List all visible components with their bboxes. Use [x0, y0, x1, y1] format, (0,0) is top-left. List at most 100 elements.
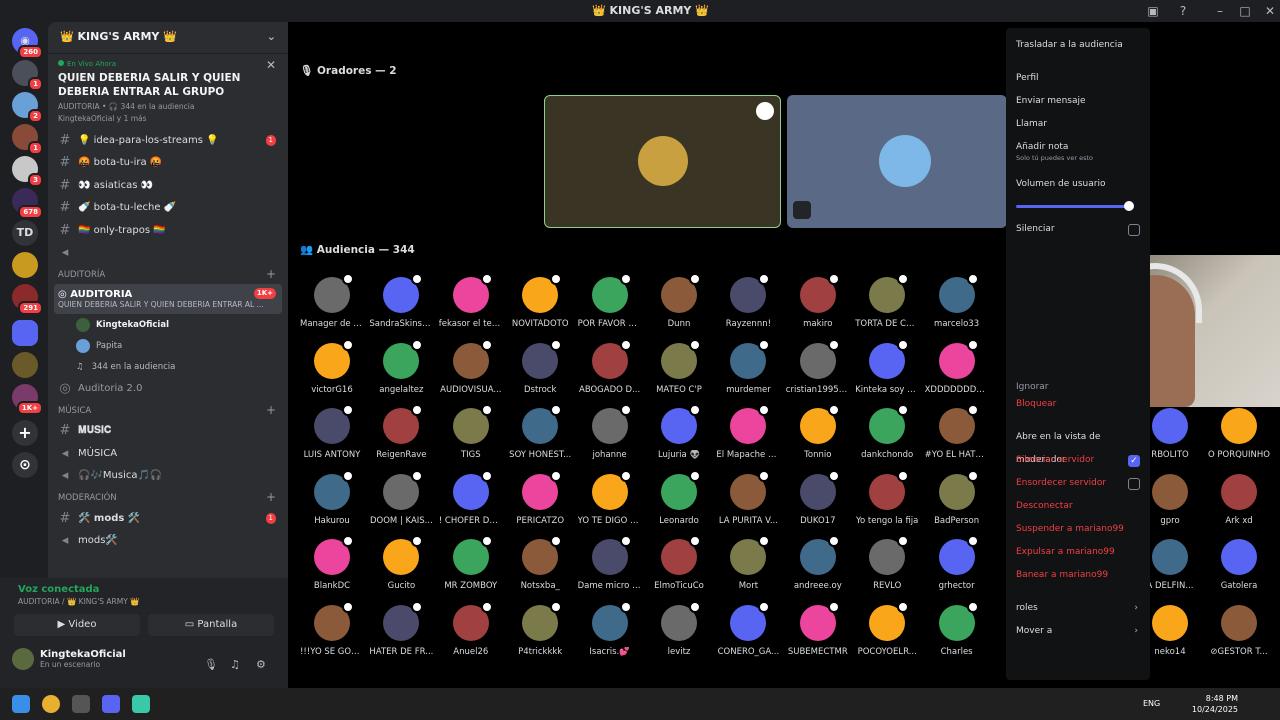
audience-member[interactable]: El Mapache H... [716, 404, 780, 460]
channel-item[interactable]: # 𝐌𝐔𝐒𝐈𝐂 [48, 420, 288, 443]
folder-icon[interactable] [12, 320, 38, 346]
audience-member[interactable]: victorG16 [300, 338, 364, 395]
audience-member[interactable]: Rayzennn! [716, 273, 780, 329]
audience-member[interactable]: grhector [925, 535, 989, 591]
audience-member[interactable]: ElmoTicuCo [647, 535, 711, 591]
audience-member[interactable]: dankchondo [855, 404, 919, 460]
audience-member[interactable]: TIGS [439, 404, 503, 460]
server-icon[interactable]: 1K+ [12, 384, 43, 415]
audience-member[interactable]: andreee.oy [786, 535, 850, 591]
audience-member[interactable]: MATEO C'P [647, 338, 711, 395]
stage-channel-auditoria[interactable]: ◎ AUDITORIA 1K+ QUIEN DEBERIA SALIR Y QU… [54, 284, 282, 314]
notes-icon[interactable] [132, 695, 150, 713]
server-icon[interactable]: 1 [12, 124, 43, 155]
language-indicator[interactable]: ENG [1143, 699, 1160, 708]
stage-channel[interactable]: ◎ Auditoria 2.0 [48, 377, 288, 400]
server-icon[interactable]: TD [12, 220, 38, 246]
voice-channel-item[interactable]: ◂ [48, 242, 288, 265]
send-message-item[interactable]: Enviar mensaje [1016, 90, 1140, 113]
audience-member[interactable]: marcelo33 [925, 273, 989, 329]
server-icon[interactable]: 291 [12, 284, 43, 315]
audience-member[interactable]: PERICATZO [508, 469, 572, 526]
audience-member[interactable]: MR ZOMBOY [439, 535, 503, 591]
audience-member[interactable]: Dstrock [508, 338, 572, 395]
audience-member[interactable]: Kinteka soy n... [855, 338, 919, 395]
mute-item[interactable]: Silenciar [1016, 218, 1140, 241]
mic-icon[interactable]: 🎙 [204, 658, 218, 671]
ban-item[interactable]: Banear a mariano99 [1016, 564, 1140, 587]
audience-member[interactable]: Tonnio [786, 404, 850, 460]
audience-member[interactable]: LA PURITA V... [716, 469, 780, 526]
add-server-icon[interactable]: + [12, 420, 38, 446]
user-name[interactable]: KingtekaOficial [40, 649, 126, 660]
move-to-audience-item[interactable]: Trasladar a la audiencia [1016, 34, 1140, 57]
audience-member[interactable]: Dame micro k... [578, 535, 642, 591]
close-icon[interactable]: ✕ [266, 58, 276, 72]
audience-member[interactable]: LUIS ANTONY [300, 404, 364, 460]
profile-item[interactable]: Perfil [1016, 67, 1140, 90]
inbox-icon[interactable]: ▣ [1145, 3, 1161, 19]
audience-member[interactable]: SandraSkinsE... [369, 273, 433, 329]
audience-member[interactable]: Notsxba_ [508, 535, 572, 591]
app-icon[interactable] [72, 695, 90, 713]
channel-item[interactable]: # 🍼 bota-tu-leche 🍼 [48, 197, 288, 220]
audience-member[interactable]: #YO EL HATE... [925, 404, 989, 460]
server-deafen-item[interactable]: Ensordecer servidor [1016, 472, 1140, 495]
speaker-tile[interactable] [787, 95, 1007, 228]
channel-item[interactable]: # 🤬 bota-tu-ira 🤬 [48, 152, 288, 175]
audience-member[interactable]: johanne [578, 404, 642, 460]
server-mute-item[interactable]: Silenciar servidor ✓ [1016, 449, 1140, 472]
start-icon[interactable] [12, 695, 30, 713]
audience-member[interactable]: ReigenRave [369, 404, 433, 460]
help-icon[interactable]: ? [1175, 3, 1191, 19]
audience-member[interactable]: Leonardo [647, 469, 711, 526]
voice-location[interactable]: AUDITORIA / 👑 KING'S ARMY 👑 [18, 597, 270, 606]
audience-member[interactable]: TORTA DE CA... [855, 273, 919, 329]
audience-member[interactable]: XDDDDDDDD... [925, 338, 989, 395]
audience-member[interactable]: DOOM | KAIS... [369, 469, 433, 526]
audience-member[interactable]: ⊘GESTOR T... [1207, 604, 1271, 657]
discord-icon[interactable] [102, 695, 120, 713]
clock[interactable]: 8:48 PM 10/24/2025 [1192, 693, 1238, 715]
audience-member[interactable]: !!!YO SE GOR... [300, 601, 364, 657]
stage-user[interactable]: KingtekaOficial [48, 314, 288, 335]
audience-member[interactable]: HATER DE FR... [369, 601, 433, 657]
server-icon[interactable] [12, 252, 38, 278]
suspend-item[interactable]: Suspender a mariano99 [1016, 518, 1140, 541]
audience-member[interactable]: cristian19952... [786, 338, 850, 395]
server-icon[interactable]: 3 [12, 156, 43, 187]
checkbox[interactable] [1128, 478, 1140, 490]
stage-user[interactable]: Papita [48, 335, 288, 356]
server-icon[interactable] [12, 352, 38, 378]
audience-member[interactable]: Ark xd [1207, 473, 1271, 526]
audience-member[interactable]: POCOYOELR... [855, 601, 919, 657]
checkbox-checked[interactable]: ✓ [1128, 455, 1140, 467]
audience-member[interactable]: DUKO17 [786, 469, 850, 526]
video-button[interactable]: ▶ Video [14, 614, 140, 636]
audience-member[interactable]: Mort [716, 535, 780, 591]
audience-member[interactable]: fekasor el terr... [439, 273, 503, 329]
home-icon[interactable]: ◉ 260 [12, 28, 43, 59]
headphones-icon[interactable]: ♫ [230, 658, 240, 671]
discover-icon[interactable]: ⊙ [12, 452, 38, 478]
audience-member[interactable]: murdemer [716, 338, 780, 395]
disconnect-item[interactable]: Desconectar [1016, 495, 1140, 518]
audience-member[interactable]: POR FAVOR A... [578, 273, 642, 329]
audience-member[interactable]: Dunn [647, 273, 711, 329]
checkbox[interactable] [1128, 224, 1140, 236]
add-channel-icon[interactable]: + [266, 267, 276, 281]
audience-member[interactable]: Gucito [369, 535, 433, 591]
audience-member[interactable]: Gatolera [1207, 539, 1271, 591]
audience-member[interactable]: CONERO_GA... [716, 601, 780, 657]
server-icon[interactable]: 1 [12, 60, 43, 91]
audience-member[interactable]: makiro [786, 273, 850, 329]
server-icon[interactable]: 678 [12, 188, 43, 219]
minimize-icon[interactable]: – [1212, 3, 1228, 19]
audience-member[interactable]: Charles [925, 601, 989, 657]
audience-member[interactable]: Hakurou [300, 469, 364, 526]
live-stage-card[interactable]: En Vivo Ahora QUIEN DEBERIA SALIR Y QUIE… [48, 54, 288, 129]
user-volume-slider[interactable] [1016, 196, 1140, 218]
audience-member[interactable]: O PORQUINHO [1207, 408, 1271, 460]
audience-member[interactable]: Lujuria 👽 [647, 404, 711, 460]
audience-member[interactable]: angelaltez [369, 338, 433, 395]
